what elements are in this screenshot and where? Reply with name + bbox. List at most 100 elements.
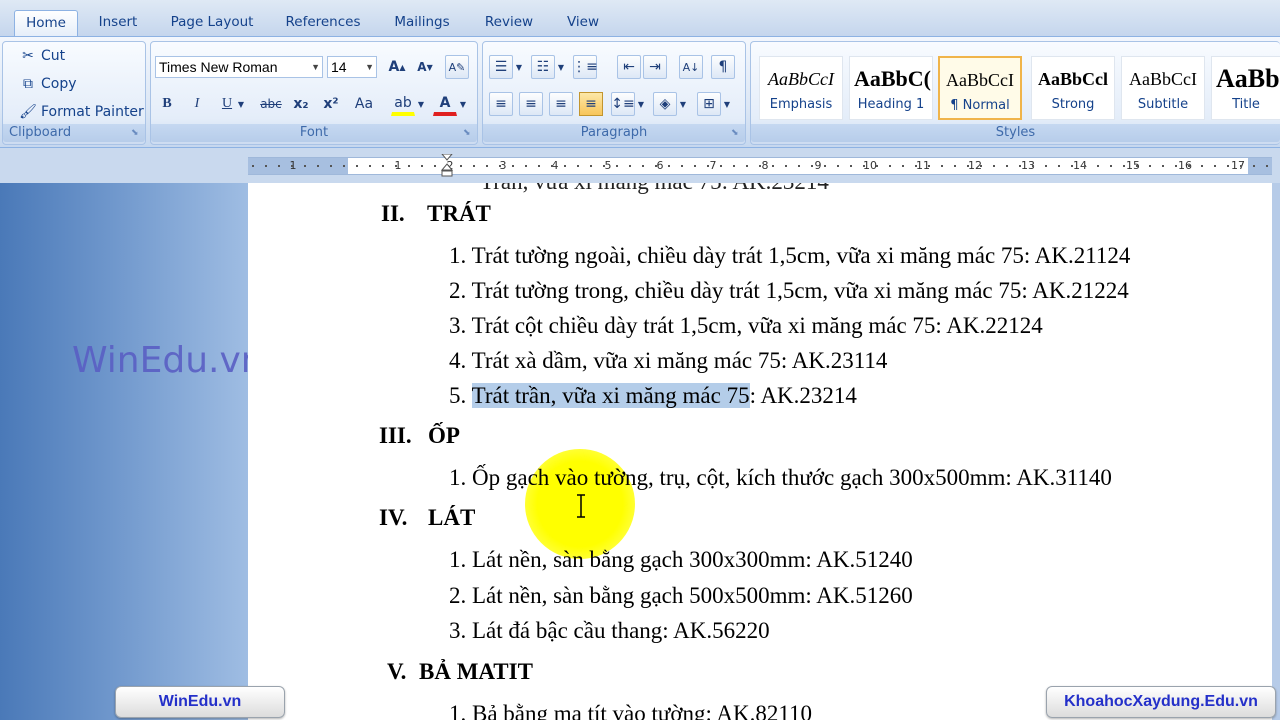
shading-button[interactable]: ◈ bbox=[653, 92, 677, 116]
right-scroll-area[interactable] bbox=[1272, 183, 1280, 720]
cut-button[interactable]: ✂ Cut bbox=[19, 48, 65, 64]
ruler-tick bbox=[902, 165, 904, 167]
list-number: 5. bbox=[449, 383, 472, 408]
ruler-tick bbox=[772, 165, 774, 167]
ruler-tick bbox=[1149, 165, 1151, 167]
paragraph-group: ☰ ▼ ☷ ▼ ⋮≡ ⇤ ⇥ A↓ ¶ ≡ ≡ ≡ ≡ ↕≡ ▼ ◈ ▼ ⊞ ▼… bbox=[482, 41, 746, 145]
tab-page-layout[interactable]: Page Layout bbox=[164, 10, 260, 36]
section-title: BẢ MATIT bbox=[419, 659, 533, 684]
section-heading-op: III. ỐP bbox=[379, 421, 460, 451]
align-right-button[interactable]: ≡ bbox=[549, 92, 573, 116]
line-spacing-button[interactable]: ↕≡ bbox=[611, 92, 635, 116]
font-group: Times New Roman ▼ 14 ▼ A ▲ A ▼ A✎ B I U ▼ … bbox=[150, 41, 478, 145]
document-page[interactable]: Trần, vữa xi măng mác 75: AK.23214 II. TR… bbox=[248, 183, 1272, 720]
ruler-tick bbox=[356, 165, 358, 167]
text-cursor-icon bbox=[577, 494, 585, 518]
ruler-tick bbox=[1045, 165, 1047, 167]
ruler-tick bbox=[1136, 165, 1138, 167]
decrease-indent-button[interactable]: ⇤ bbox=[617, 55, 641, 79]
copy-button[interactable]: ⧉ Copy bbox=[19, 76, 77, 92]
highlight-dropdown-icon[interactable]: ▼ bbox=[415, 92, 427, 116]
tab-review[interactable]: Review bbox=[476, 10, 542, 36]
highlight-color-button[interactable]: ab bbox=[391, 92, 415, 116]
list-item: 3. Trát cột chiều dày trát 1,5cm, vữa xi… bbox=[449, 313, 1043, 338]
ruler-tick bbox=[278, 165, 280, 167]
numbering-dropdown-icon[interactable]: ▼ bbox=[555, 55, 567, 79]
ruler-tick bbox=[733, 165, 735, 167]
line-spacing-dropdown-icon[interactable]: ▼ bbox=[635, 92, 647, 116]
grow-font-button[interactable]: A ▲ bbox=[385, 55, 409, 79]
clear-formatting-button[interactable]: A✎ bbox=[445, 55, 469, 79]
underline-dropdown-icon[interactable]: ▼ bbox=[235, 92, 247, 116]
tab-references[interactable]: References bbox=[278, 10, 368, 36]
multilevel-list-button[interactable]: ⋮≡ bbox=[572, 55, 598, 79]
font-color-button[interactable]: A bbox=[433, 92, 457, 116]
ruler-number: 6 bbox=[656, 159, 664, 172]
ruler-tick bbox=[1175, 165, 1177, 167]
font-color-dropdown-icon[interactable]: ▼ bbox=[457, 92, 469, 116]
font-size-combo[interactable]: 14 ▼ bbox=[327, 56, 377, 78]
numbering-button[interactable]: ☷ bbox=[531, 55, 555, 79]
increase-indent-button[interactable]: ⇥ bbox=[643, 55, 667, 79]
format-painter-label: Format Painter bbox=[41, 104, 144, 120]
ruler-tick bbox=[655, 165, 657, 167]
style-title[interactable]: AaBb Title bbox=[1211, 56, 1280, 120]
ruler-number: 10 bbox=[863, 159, 877, 172]
ruler-tick bbox=[369, 165, 371, 167]
horizontal-ruler[interactable]: 1 1 2 3 4 5 6 7 8 9 10 11 12 13 14 15 16… bbox=[248, 157, 1272, 175]
font-launcher-icon[interactable]: ⬊ bbox=[463, 129, 473, 139]
ruler-tick bbox=[889, 165, 891, 167]
tab-home[interactable]: Home bbox=[14, 10, 78, 36]
justify-button[interactable]: ≡ bbox=[579, 92, 603, 116]
strikethrough-button[interactable]: abc bbox=[259, 92, 283, 116]
left-workspace bbox=[0, 183, 248, 720]
borders-button[interactable]: ⊞ bbox=[697, 92, 721, 116]
ruler-tick bbox=[1240, 165, 1242, 167]
style-sample: AaBbCcI bbox=[946, 70, 1014, 90]
watermark-logo: WinEdu.vn bbox=[72, 340, 264, 381]
ruler-tick bbox=[1019, 165, 1021, 167]
ruler-tick bbox=[629, 165, 631, 167]
ruler-tick bbox=[876, 165, 878, 167]
ruler-tick bbox=[967, 165, 969, 167]
tab-view[interactable]: View bbox=[558, 10, 608, 36]
ruler-tick bbox=[434, 165, 436, 167]
ruler-tick bbox=[330, 165, 332, 167]
tab-mailings[interactable]: Mailings bbox=[386, 10, 458, 36]
borders-dropdown-icon[interactable]: ▼ bbox=[721, 92, 733, 116]
subscript-button[interactable]: x₂ bbox=[289, 92, 313, 116]
list-item-rest: : AK.23214 bbox=[749, 383, 857, 408]
clipboard-launcher-icon[interactable]: ⬊ bbox=[131, 129, 141, 139]
align-center-button[interactable]: ≡ bbox=[519, 92, 543, 116]
styles-group-label: Styles bbox=[751, 124, 1280, 142]
style-normal[interactable]: AaBbCcI ¶ Normal bbox=[938, 56, 1022, 120]
styles-group: AaBbCcI Emphasis AaBbC( Heading 1 AaBbCc… bbox=[750, 41, 1280, 145]
shading-dropdown-icon[interactable]: ▼ bbox=[677, 92, 689, 116]
style-emphasis[interactable]: AaBbCcI Emphasis bbox=[759, 56, 843, 120]
font-name-combo[interactable]: Times New Roman ▼ bbox=[155, 56, 323, 78]
bold-button[interactable]: B bbox=[155, 92, 179, 116]
ruler-tick bbox=[538, 165, 540, 167]
selected-text[interactable]: Trát trần, vữa xi măng mác 75 bbox=[471, 383, 750, 408]
format-painter-button[interactable]: 🖌 Format Painter bbox=[19, 104, 144, 120]
tab-insert[interactable]: Insert bbox=[90, 10, 146, 36]
paragraph-launcher-icon[interactable]: ⬊ bbox=[731, 129, 741, 139]
brand-badge-left: WinEdu.vn bbox=[115, 686, 285, 718]
ruler-tick bbox=[460, 165, 462, 167]
shrink-font-button[interactable]: A ▼ bbox=[413, 55, 437, 79]
bullets-button[interactable]: ☰ bbox=[489, 55, 513, 79]
italic-button[interactable]: I bbox=[185, 92, 209, 116]
change-case-button[interactable]: Aa bbox=[349, 92, 379, 116]
style-strong[interactable]: AaBbCcl Strong bbox=[1031, 56, 1115, 120]
show-formatting-marks-button[interactable]: ¶ bbox=[711, 55, 735, 79]
ruler-tick bbox=[616, 165, 618, 167]
sort-button[interactable]: A↓ bbox=[679, 55, 703, 79]
ruler-right-margin bbox=[1248, 158, 1272, 174]
align-left-button[interactable]: ≡ bbox=[489, 92, 513, 116]
indent-marker-icon[interactable] bbox=[441, 154, 453, 178]
superscript-button[interactable]: x² bbox=[319, 92, 343, 116]
bullets-dropdown-icon[interactable]: ▼ bbox=[513, 55, 525, 79]
style-subtitle[interactable]: AaBbCcI Subtitle bbox=[1121, 56, 1205, 120]
ruler-tick bbox=[1188, 165, 1190, 167]
style-heading-1[interactable]: AaBbC( Heading 1 bbox=[849, 56, 933, 120]
